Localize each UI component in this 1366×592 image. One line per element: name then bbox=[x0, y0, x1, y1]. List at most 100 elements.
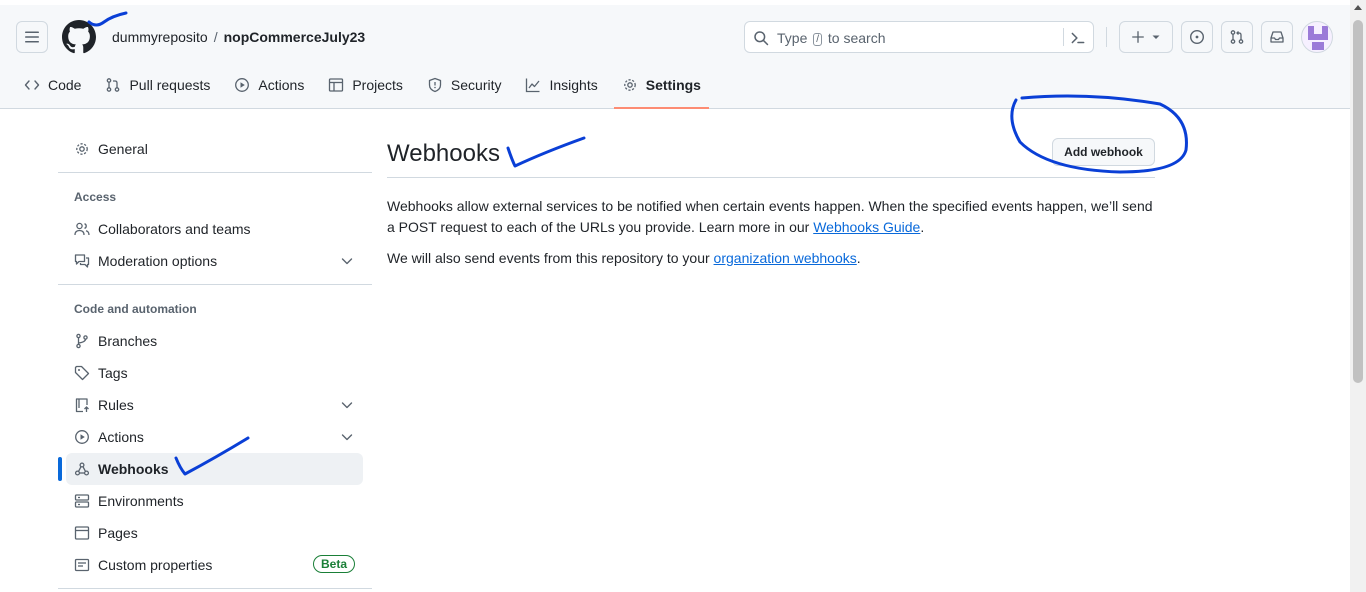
tab-actions-label: Actions bbox=[258, 77, 305, 93]
gear-icon bbox=[623, 79, 636, 91]
chevron-down-icon bbox=[341, 402, 353, 409]
inbox-button[interactable] bbox=[1261, 21, 1293, 53]
beta-badge: Beta bbox=[312, 555, 355, 573]
sidebar-item-label: Webhooks bbox=[98, 461, 169, 477]
note-text: We will also send events from this repos… bbox=[387, 250, 714, 266]
description-text: Webhooks allow external services to be n… bbox=[387, 198, 1153, 235]
search-input[interactable]: Type / to search bbox=[744, 21, 1094, 53]
sidebar-item-collaborators[interactable]: Collaborators and teams bbox=[66, 213, 363, 245]
identicon bbox=[1308, 26, 1328, 50]
triangle-down-icon bbox=[1152, 35, 1160, 39]
sidebar-item-moderation[interactable]: Moderation options bbox=[66, 245, 363, 277]
sidebar-item-environments[interactable]: Environments bbox=[66, 485, 363, 517]
scrollbar-thumb[interactable] bbox=[1353, 20, 1363, 383]
sidebar-item-rules[interactable]: Rules bbox=[66, 389, 363, 421]
organization-webhooks-link[interactable]: organization webhooks bbox=[714, 250, 857, 266]
sidebar-item-custom-properties[interactable]: Custom properties Beta bbox=[66, 549, 363, 581]
github-logo[interactable] bbox=[62, 20, 96, 54]
sidebar-item-tags[interactable]: Tags bbox=[66, 357, 363, 389]
sidebar-item-label: Tags bbox=[98, 365, 128, 381]
page-scrollbar[interactable] bbox=[1350, 0, 1366, 592]
sidebar-item-branches[interactable]: Branches bbox=[66, 325, 363, 357]
tab-security[interactable]: Security bbox=[419, 66, 510, 104]
webhook-icon bbox=[74, 462, 90, 476]
sidebar-item-label: Environments bbox=[98, 493, 184, 509]
tab-projects-label: Projects bbox=[352, 77, 403, 93]
tab-code-label: Code bbox=[48, 77, 82, 93]
sidebar-heading-code-automation: Code and automation bbox=[74, 302, 197, 316]
code-icon bbox=[24, 80, 40, 90]
title-divider bbox=[387, 177, 1155, 178]
git-branch-icon bbox=[76, 333, 88, 349]
sidebar-item-webhooks[interactable]: Webhooks bbox=[66, 453, 363, 485]
sidebar-divider bbox=[58, 172, 372, 173]
graph-icon bbox=[526, 78, 540, 93]
repo-tabs: Code Pull requests Actions Projects Secu… bbox=[16, 66, 717, 109]
sidebar-divider bbox=[58, 284, 372, 285]
annotation-title-checkmark bbox=[506, 136, 586, 168]
chevron-down-icon bbox=[341, 434, 353, 441]
add-webhook-button[interactable]: Add webhook bbox=[1052, 138, 1155, 166]
search-shortcut-key: / bbox=[813, 33, 823, 46]
sidebar-item-label: Custom properties bbox=[98, 557, 213, 573]
tab-insights[interactable]: Insights bbox=[517, 66, 605, 104]
note-period: . bbox=[856, 250, 861, 266]
tab-security-label: Security bbox=[450, 77, 502, 93]
pull-request-icon bbox=[107, 78, 120, 92]
hamburger-icon bbox=[25, 31, 39, 43]
inbox-icon bbox=[1270, 31, 1284, 43]
hamburger-menu-button[interactable] bbox=[16, 21, 48, 53]
tag-icon bbox=[74, 365, 90, 381]
tab-insights-label: Insights bbox=[549, 77, 598, 93]
repo-push-icon bbox=[75, 398, 89, 413]
organization-webhooks-note: We will also send events from this repos… bbox=[387, 248, 1155, 269]
create-new-button[interactable] bbox=[1119, 21, 1173, 53]
issues-button[interactable] bbox=[1181, 21, 1213, 53]
browser-icon bbox=[74, 526, 90, 540]
chevron-down-icon bbox=[341, 258, 353, 265]
repo-owner-link[interactable]: dummyreposito bbox=[112, 29, 208, 45]
repo-breadcrumb: dummyreposito / nopCommerceJuly23 bbox=[112, 29, 365, 45]
table-icon bbox=[329, 78, 344, 92]
shield-icon bbox=[428, 77, 442, 93]
scroll-up-arrow[interactable] bbox=[1354, 5, 1362, 10]
page-title: Webhooks bbox=[387, 140, 500, 167]
tab-pull-requests-label: Pull requests bbox=[129, 77, 211, 93]
tab-settings-label: Settings bbox=[645, 77, 701, 93]
header-top-strip bbox=[0, 0, 1350, 5]
description-period: . bbox=[920, 219, 925, 235]
sidebar-item-general[interactable]: General bbox=[66, 133, 363, 165]
sidebar-item-pages[interactable]: Pages bbox=[66, 517, 363, 549]
webhooks-description: Webhooks allow external services to be n… bbox=[387, 196, 1155, 238]
issue-icon bbox=[1189, 29, 1205, 45]
sidebar-item-label: Branches bbox=[98, 333, 158, 349]
pull-requests-button[interactable] bbox=[1221, 21, 1253, 53]
tab-settings[interactable]: Settings bbox=[613, 66, 710, 109]
sidebar-divider bbox=[58, 588, 372, 589]
avatar[interactable] bbox=[1301, 21, 1333, 53]
sidebar-item-actions[interactable]: Actions bbox=[66, 421, 363, 453]
search-placeholder-prefix: Type bbox=[777, 30, 808, 46]
repo-name-link[interactable]: nopCommerceJuly23 bbox=[224, 29, 366, 45]
search-placeholder-suffix: to search bbox=[827, 30, 886, 46]
tab-code[interactable]: Code bbox=[16, 66, 89, 104]
tab-projects[interactable]: Projects bbox=[320, 66, 411, 104]
sidebar-item-label: Rules bbox=[98, 397, 134, 413]
app-header: dummyreposito / nopCommerceJuly23 Type / t… bbox=[0, 0, 1350, 109]
sidebar-item-label: Moderation options bbox=[98, 253, 218, 269]
tab-pull-requests[interactable]: Pull requests bbox=[97, 66, 218, 104]
webhooks-guide-link[interactable]: Webhooks Guide bbox=[813, 219, 920, 235]
header-divider bbox=[1106, 27, 1107, 47]
comment-discussion-icon bbox=[74, 254, 90, 268]
sidebar-heading-access: Access bbox=[74, 190, 117, 204]
tab-actions[interactable]: Actions bbox=[226, 66, 312, 104]
note-icon bbox=[74, 558, 90, 572]
sidebar-item-label: Collaborators and teams bbox=[98, 221, 251, 237]
active-item-indicator bbox=[58, 457, 62, 481]
server-icon bbox=[74, 494, 90, 508]
sidebar-item-label: General bbox=[98, 141, 148, 157]
sidebar-item-label: Actions bbox=[98, 429, 144, 445]
sidebar-item-label: Pages bbox=[98, 525, 138, 541]
command-palette-icon[interactable] bbox=[1069, 29, 1087, 47]
play-icon bbox=[235, 78, 250, 92]
